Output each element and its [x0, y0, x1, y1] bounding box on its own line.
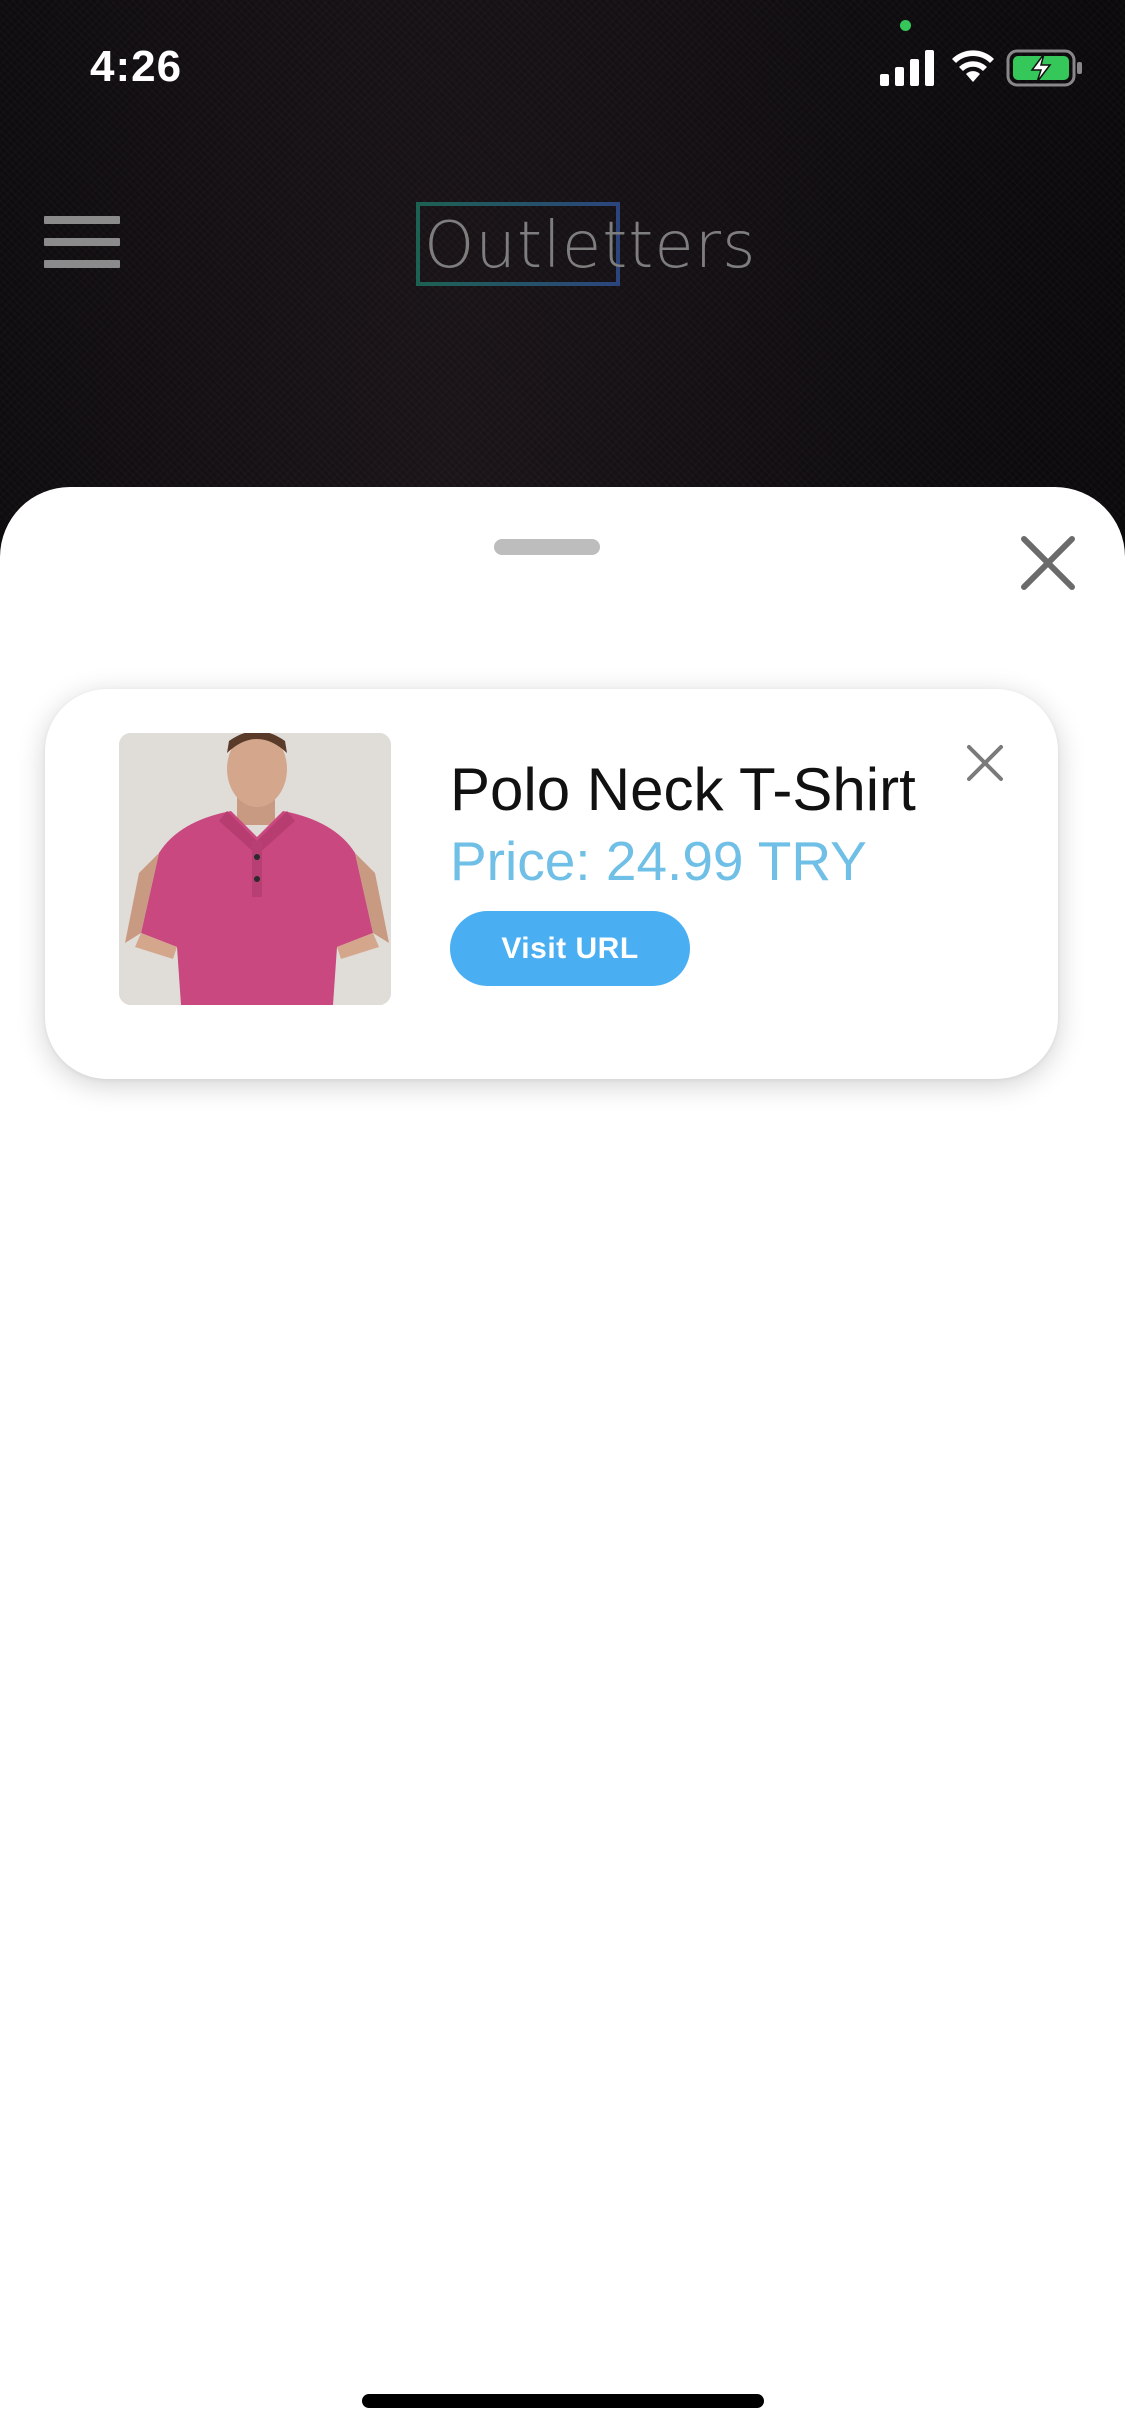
menu-line	[44, 260, 120, 268]
cellular-signal-icon	[880, 50, 934, 86]
hamburger-menu-icon[interactable]	[44, 216, 120, 272]
bottom-sheet: Polo Neck T-Shirt Price: 24.99 TRY Visit…	[0, 487, 1125, 2436]
product-title: Polo Neck T-Shirt	[450, 756, 916, 823]
privacy-indicator-dot	[900, 20, 911, 31]
polo-shirt-illustration	[119, 733, 391, 1005]
menu-line	[44, 238, 120, 246]
app-screen: 4:26 Outletters Polo Neck T-Shirt Price:…	[0, 0, 1125, 2436]
product-image	[119, 733, 391, 1005]
wifi-icon	[952, 50, 994, 82]
status-bar: 4:26	[0, 0, 1125, 135]
home-indicator[interactable]	[362, 2394, 764, 2408]
close-icon[interactable]	[1018, 533, 1078, 593]
product-price: Price: 24.99 TRY	[450, 830, 867, 892]
status-time: 4:26	[90, 42, 183, 91]
product-card: Polo Neck T-Shirt Price: 24.99 TRY Visit…	[45, 689, 1058, 1079]
close-icon[interactable]	[963, 741, 1007, 785]
brand-name: Outletters	[424, 209, 757, 283]
menu-line	[44, 216, 120, 224]
brand-logo: Outletters	[416, 202, 756, 290]
battery-charging-icon	[1006, 49, 1082, 87]
sheet-drag-handle[interactable]	[494, 539, 600, 555]
visit-url-button[interactable]: Visit URL	[450, 911, 690, 986]
